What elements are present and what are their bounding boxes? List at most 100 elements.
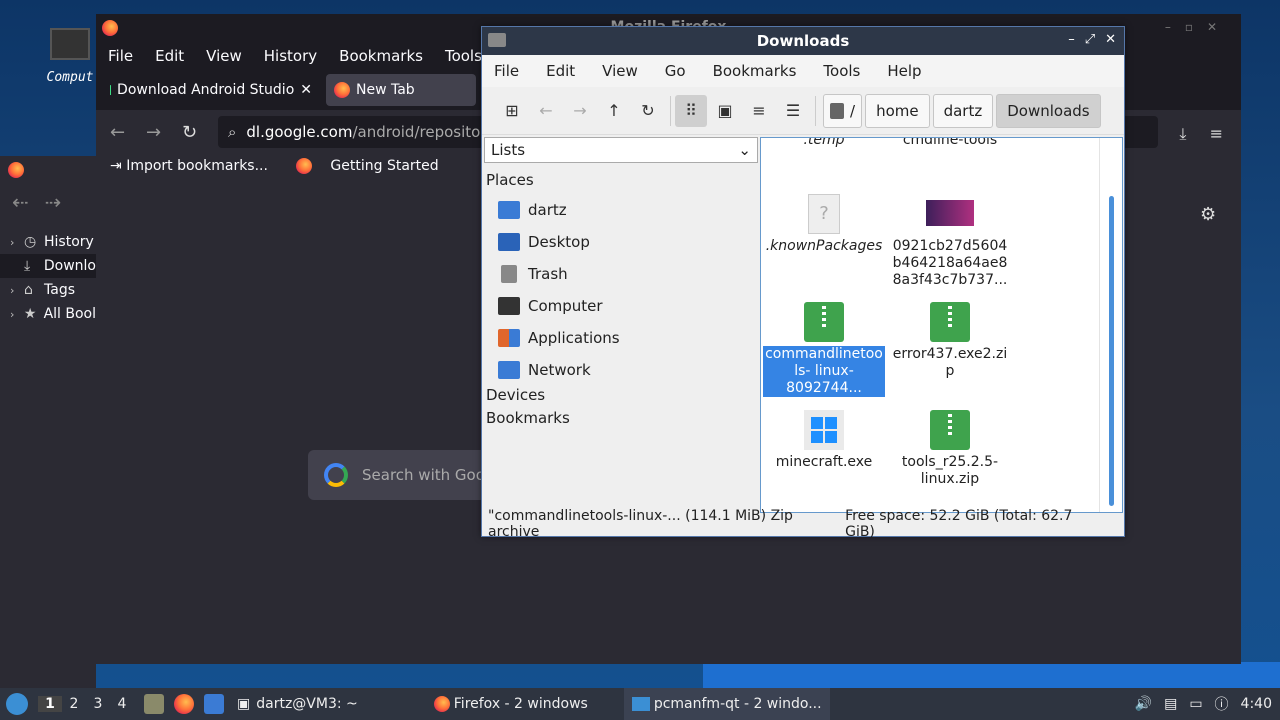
computer-desktop-icon[interactable]: Comput [40,28,100,85]
fm-menubar: File Edit View Go Bookmarks Tools Help [482,55,1124,87]
fm-menu-view[interactable]: View [602,62,638,80]
breadcrumb-downloads[interactable]: Downloads [996,93,1101,128]
reload-icon[interactable]: ↻ [182,122,200,143]
file-item[interactable]: ? .knownPackages [763,194,885,255]
place-dartz[interactable]: dartz [484,194,758,226]
workspace-3[interactable]: 3 [86,696,110,712]
fm-menu-tools[interactable]: Tools [823,62,860,80]
file-item[interactable]: .temp [763,138,885,149]
fm-menu-go[interactable]: Go [665,62,686,80]
desktop-icon-label: Comput [46,70,94,85]
detail-view-icon[interactable]: ☰ [777,95,809,127]
fm-menu-help[interactable]: Help [887,62,921,80]
task-pcmanfm[interactable]: pcmanfm-qt - 2 windo... [623,688,830,720]
zip-archive-icon [930,410,970,450]
downloads-icon[interactable]: ⤓ [1179,124,1186,143]
tag-icon: ⌂ [24,282,33,298]
minimize-icon[interactable]: – [1068,32,1075,47]
file-manager-launcher-icon[interactable] [144,694,164,714]
library-item-downloads[interactable]: ⤓ Downlo [0,254,96,278]
ff-menu-edit[interactable]: Edit [155,47,184,65]
network-tray-icon[interactable]: ▭ [1189,696,1202,712]
fm-titlebar[interactable]: Downloads – ⤢ ✕ [482,27,1124,55]
forward-icon[interactable]: → [146,122,164,143]
workspace-1[interactable]: 1 [38,696,62,712]
bookmark-import[interactable]: ⇥ Import bookmarks... [110,158,282,174]
file-item[interactable]: error437.exe2.zi p [889,302,1011,380]
place-desktop[interactable]: Desktop [484,226,758,258]
tab-android-studio[interactable]: Download Android Studio ✕ [102,74,320,106]
fm-menu-edit[interactable]: Edit [546,62,575,80]
sidebar-view-select[interactable]: Lists ⌄ [484,137,758,163]
file-view[interactable]: .temp cmdline-tools ? .knownPackages 092… [760,137,1123,513]
file-item[interactable]: minecraft.exe [763,410,885,471]
task-firefox[interactable]: Firefox - 2 windows [426,688,596,720]
place-computer[interactable]: Computer [484,290,758,322]
library-item-all-bookmarks[interactable]: › ★ All Bool [0,302,96,326]
volume-icon[interactable]: 🔊 [1135,696,1152,712]
places-header[interactable]: Places [484,171,758,194]
fm-menu-bookmarks[interactable]: Bookmarks [713,62,797,80]
breadcrumb-dartz[interactable]: dartz [932,93,994,128]
library-item-tags[interactable]: › ⌂ Tags [0,278,96,302]
place-network[interactable]: Network [484,354,758,386]
ff-menu-file[interactable]: File [108,47,133,65]
search-icon: ⌕ [228,123,237,141]
tab-new-tab[interactable]: New Tab [326,74,476,106]
back-icon[interactable]: ← [110,122,128,143]
devices-header[interactable]: Devices [484,386,758,409]
drive-icon [830,102,844,119]
library-back-icon[interactable]: ⇠ [12,190,29,214]
status-free-space: Free space: 52.2 GiB (Total: 62.7 GiB) [845,508,1073,540]
back-icon[interactable]: ← [530,95,562,127]
library-forward-icon[interactable]: ⇢ [45,190,62,214]
applications-icon [498,329,520,347]
firefox-window-controls[interactable]: –▫✕ [1165,20,1231,34]
file-item-selected[interactable]: commandlinetoo ls- linux-8092744... [763,302,885,397]
file-item[interactable]: cmdline-tools [889,138,1011,149]
close-icon[interactable]: ✕ [1105,32,1116,47]
scrollbar[interactable] [1109,196,1114,506]
breadcrumb-root[interactable]: / [823,93,863,128]
workspace-4[interactable]: 4 [110,696,134,712]
ff-menu-view[interactable]: View [206,47,242,65]
forward-icon[interactable]: → [564,95,596,127]
download-icon: ⤓ [23,258,31,274]
bookmark-getting-started[interactable]: Getting Started [295,158,453,174]
library-item-history[interactable]: › ◷ History [0,230,96,254]
new-tab-icon[interactable]: ⊞ [496,95,528,127]
file-item[interactable]: 0921cb27d5604 b464218a64ae8 8a3f43c7b737… [889,200,1011,289]
reload-icon[interactable]: ↻ [632,95,664,127]
workspace-2[interactable]: 2 [62,696,86,712]
breadcrumb-home[interactable]: home [865,93,930,128]
ff-menu-tools[interactable]: Tools [445,47,482,65]
close-tab-icon[interactable]: ✕ [300,82,312,98]
file-item[interactable]: tools_r25.2.5- linux.zip [889,410,1011,488]
ff-menu-history[interactable]: History [264,47,317,65]
settings-gear-icon[interactable]: ⚙ [1200,204,1216,225]
fm-menu-file[interactable]: File [494,62,519,80]
icon-view-icon[interactable]: ⠿ [675,94,707,127]
update-icon[interactable]: ⓘ [1215,694,1229,714]
compact-view-icon[interactable]: ≡ [743,95,775,127]
taskbar: 1 2 3 4 ▣ dartz@VM3: ~ Firefox - 2 window… [0,688,1280,720]
start-menu-icon[interactable] [6,693,28,715]
desktop-launcher-icon[interactable] [204,694,224,714]
zip-archive-icon [804,302,844,342]
firefox-launcher-icon[interactable] [174,694,194,714]
maximize-icon[interactable]: ⤢ [1085,32,1095,47]
thumbnail-view-icon[interactable]: ▣ [709,95,741,127]
desktop-wallpaper-accent [703,662,1280,688]
clock[interactable]: 4:40 [1241,696,1272,712]
place-trash[interactable]: Trash [484,258,758,290]
clipboard-icon[interactable]: ▤ [1164,696,1177,712]
up-icon[interactable]: ↑ [598,95,630,127]
task-terminal[interactable]: ▣ dartz@VM3: ~ [229,688,366,720]
ff-toolbar-right: ⤓ ≡ [1161,124,1223,144]
url-domain: dl.google.com [246,123,353,141]
hamburger-menu-icon[interactable]: ≡ [1210,124,1223,143]
ff-menu-bookmarks[interactable]: Bookmarks [339,47,423,65]
bookmarks-header[interactable]: Bookmarks [484,409,758,432]
place-applications[interactable]: Applications [484,322,758,354]
star-icon: ★ [23,306,37,322]
